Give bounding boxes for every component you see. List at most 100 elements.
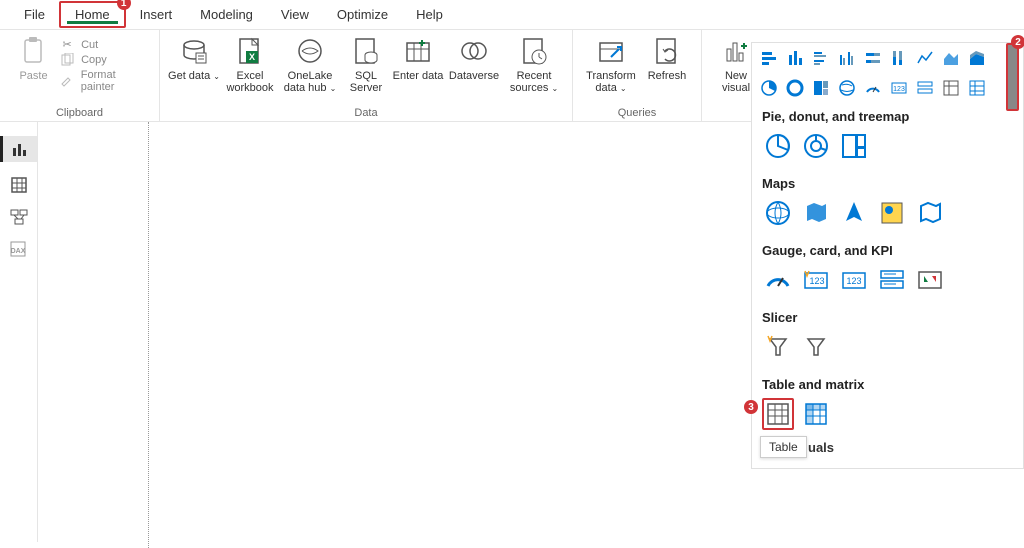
nav-report[interactable] bbox=[0, 136, 37, 162]
menu-view[interactable]: View bbox=[267, 3, 323, 26]
treemap-chart-icon[interactable] bbox=[838, 130, 870, 162]
menu-optimize[interactable]: Optimize bbox=[323, 3, 402, 26]
get-data-label: Get data ⌄ bbox=[168, 70, 220, 82]
nav-dax[interactable]: DAX bbox=[9, 240, 29, 258]
enter-data-icon bbox=[403, 36, 433, 66]
onelake-button[interactable]: OneLake data hub ⌄ bbox=[280, 34, 340, 94]
format-painter-button[interactable]: Format painter bbox=[59, 69, 151, 93]
shape-map-icon[interactable] bbox=[914, 197, 946, 229]
viz-clustered-col-icon[interactable] bbox=[836, 47, 858, 69]
transform-icon bbox=[596, 36, 626, 66]
recent-sources-button[interactable]: Recent sources ⌄ bbox=[504, 34, 564, 94]
recent-label: Recent sources ⌄ bbox=[504, 70, 564, 94]
menu-insert[interactable]: Insert bbox=[126, 3, 187, 26]
menu-home[interactable]: Home 1 bbox=[59, 1, 126, 28]
viz-row-1 bbox=[752, 43, 1023, 73]
viz-matrix-icon[interactable] bbox=[966, 77, 988, 99]
kpi-icon[interactable] bbox=[914, 264, 946, 296]
canvas-guide bbox=[148, 122, 149, 548]
menu-modeling[interactable]: Modeling bbox=[186, 3, 267, 26]
menu-help[interactable]: Help bbox=[402, 3, 457, 26]
viz-scrollbar[interactable]: 2 bbox=[1006, 43, 1019, 111]
recent-icon bbox=[519, 36, 549, 66]
sql-button[interactable]: SQL Server bbox=[340, 34, 392, 94]
nav-model[interactable] bbox=[10, 208, 28, 226]
enter-data-button[interactable]: Enter data bbox=[392, 34, 444, 82]
maps-section-title: Maps bbox=[752, 170, 1023, 193]
dataverse-label: Dataverse bbox=[449, 70, 499, 82]
gauge-section-title: Gauge, card, and KPI bbox=[752, 237, 1023, 260]
scissors-icon: ✂ bbox=[59, 38, 75, 51]
paste-button[interactable]: Paste bbox=[8, 34, 59, 82]
card-icon[interactable]: 123 bbox=[838, 264, 870, 296]
copy-label: Copy bbox=[81, 54, 107, 66]
viz-card-icon[interactable]: 123 bbox=[888, 77, 910, 99]
cut-button[interactable]: ✂ Cut bbox=[59, 38, 151, 51]
svg-text:123: 123 bbox=[846, 276, 861, 286]
pie-section-title: Pie, donut, and treemap bbox=[752, 103, 1023, 126]
viz-map-icon[interactable] bbox=[836, 77, 858, 99]
dataverse-icon bbox=[459, 36, 489, 66]
basic-map-icon[interactable] bbox=[762, 197, 794, 229]
nav-table[interactable] bbox=[10, 176, 28, 194]
menu-file[interactable]: File bbox=[10, 3, 59, 26]
copy-icon bbox=[59, 53, 75, 67]
table-section: 3 bbox=[752, 394, 1023, 438]
table-visual-icon[interactable] bbox=[762, 398, 794, 430]
viz-100stacked-bar-icon[interactable] bbox=[862, 47, 884, 69]
viz-pie-icon[interactable] bbox=[758, 77, 780, 99]
refresh-icon bbox=[652, 36, 682, 66]
excel-button[interactable]: X Excel workbook bbox=[220, 34, 280, 94]
dataverse-button[interactable]: Dataverse bbox=[444, 34, 504, 82]
viz-donut-icon[interactable] bbox=[784, 77, 806, 99]
refresh-label: Refresh bbox=[648, 70, 687, 82]
azure-map-icon[interactable] bbox=[838, 197, 870, 229]
group-queries: Transform data ⌄ Refresh Queries bbox=[573, 30, 702, 121]
viz-multirow-icon[interactable] bbox=[914, 77, 936, 99]
viz-100stacked-col-icon[interactable] bbox=[888, 47, 910, 69]
viz-stacked-bar-icon[interactable] bbox=[758, 47, 780, 69]
onelake-icon bbox=[295, 36, 325, 66]
gauge-section: 123 123 bbox=[752, 260, 1023, 304]
viz-clustered-bar-icon[interactable] bbox=[810, 47, 832, 69]
viz-table-icon[interactable] bbox=[940, 77, 962, 99]
new-card-icon[interactable]: 123 bbox=[800, 264, 832, 296]
visualizations-panel: 123 2 Pie, donut, and treemap Maps Gauge… bbox=[751, 42, 1024, 469]
refresh-button[interactable]: Refresh bbox=[641, 34, 693, 82]
copy-button[interactable]: Copy bbox=[59, 53, 151, 67]
viz-stacked-col-icon[interactable] bbox=[784, 47, 806, 69]
viz-stacked-area-icon[interactable] bbox=[966, 47, 988, 69]
clipboard-small: ✂ Cut Copy Format painter bbox=[59, 34, 151, 93]
svg-text:DAX: DAX bbox=[10, 248, 25, 255]
slicer-chart-icon[interactable] bbox=[800, 331, 832, 363]
viz-area-icon[interactable] bbox=[940, 47, 962, 69]
gauge-chart-icon[interactable] bbox=[762, 264, 794, 296]
cut-label: Cut bbox=[81, 39, 98, 51]
sql-label: SQL Server bbox=[340, 70, 392, 94]
onelake-label: OneLake data hub ⌄ bbox=[280, 70, 340, 94]
donut-chart-icon[interactable] bbox=[800, 130, 832, 162]
get-data-button[interactable]: Get data ⌄ bbox=[168, 34, 220, 82]
group-clipboard: Paste ✂ Cut Copy Format painter bbox=[0, 30, 160, 121]
transform-data-button[interactable]: Transform data ⌄ bbox=[581, 34, 641, 94]
viz-line-icon[interactable] bbox=[914, 47, 936, 69]
svg-text:123: 123 bbox=[809, 276, 824, 286]
new-slicer-icon[interactable] bbox=[762, 331, 794, 363]
brush-icon bbox=[59, 74, 75, 88]
filled-map-icon[interactable] bbox=[800, 197, 832, 229]
matrix-visual-icon[interactable] bbox=[800, 398, 832, 430]
format-label: Format painter bbox=[81, 69, 151, 93]
viz-treemap-icon[interactable] bbox=[810, 77, 832, 99]
enter-label: Enter data bbox=[393, 70, 444, 82]
svg-text:123: 123 bbox=[893, 86, 905, 93]
svg-text:X: X bbox=[249, 52, 255, 62]
maps-section bbox=[752, 193, 1023, 237]
menu-bar: File Home 1 Insert Modeling View Optimiz… bbox=[0, 0, 1024, 30]
pie-chart-icon[interactable] bbox=[762, 130, 794, 162]
arcgis-map-icon[interactable] bbox=[876, 197, 908, 229]
multirow-card-icon[interactable] bbox=[876, 264, 908, 296]
transform-label: Transform data ⌄ bbox=[581, 70, 641, 94]
slicer-section-title: Slicer bbox=[752, 304, 1023, 327]
viz-gauge-icon[interactable] bbox=[862, 77, 884, 99]
left-nav: DAX bbox=[0, 122, 38, 542]
